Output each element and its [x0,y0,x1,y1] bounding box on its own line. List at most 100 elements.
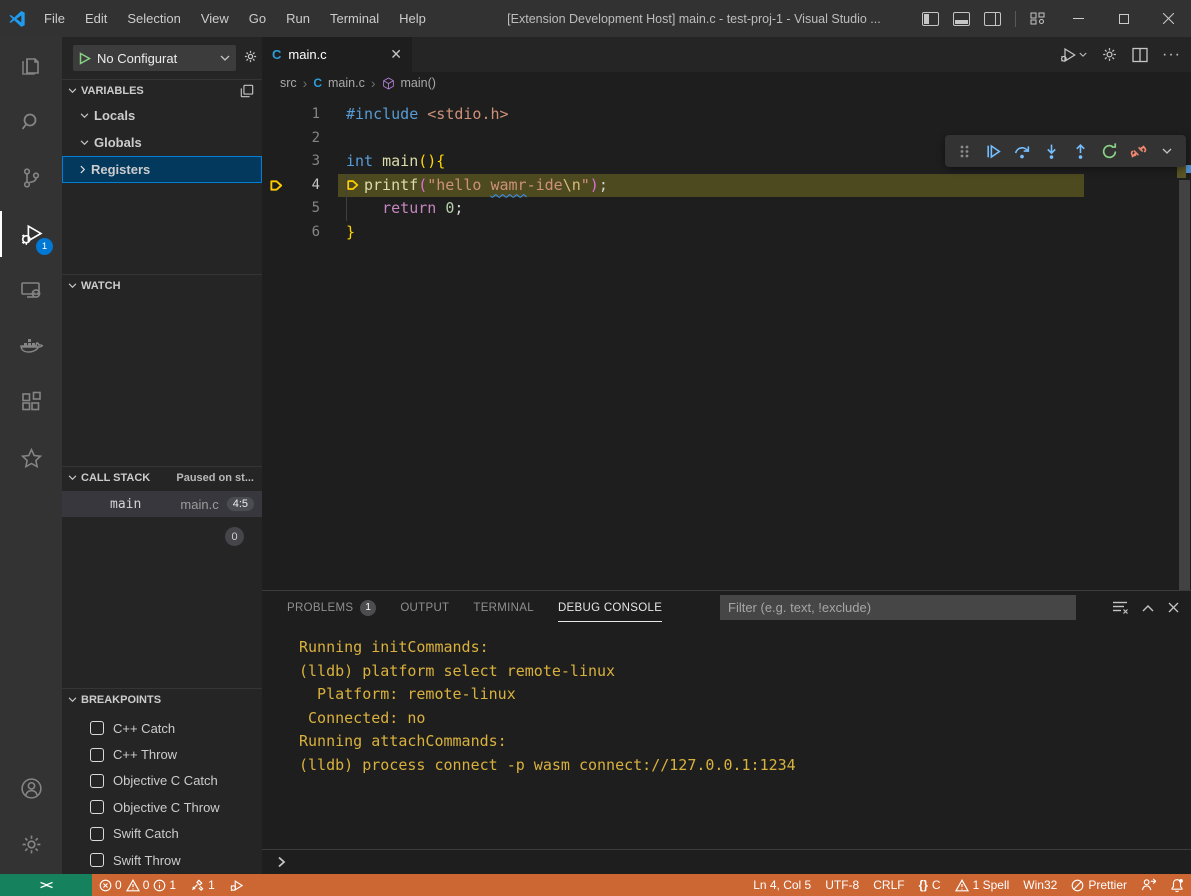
tools-status[interactable]: 1 [183,874,222,896]
code-editor[interactable]: 1 #include <stdio.h> 2 3 int main(){ [262,94,1191,590]
breakpoints-header[interactable]: BREAKPOINTS [62,689,262,711]
formatter-status[interactable]: Prettier [1064,874,1134,896]
maximize-panel-icon[interactable] [1142,604,1154,612]
start-debug-icon[interactable] [79,52,91,65]
extensions-icon[interactable] [0,376,62,428]
tab-terminal[interactable]: TERMINAL [473,591,534,624]
breakpoint-checkbox[interactable] [90,774,104,788]
menu-selection[interactable]: Selection [117,0,190,37]
source-control-icon[interactable] [0,152,62,204]
toggle-sidebar-icon[interactable] [922,12,939,26]
debug-console-filter-input[interactable] [720,595,1076,620]
accounts-icon[interactable] [0,762,62,814]
breakpoint-checkbox[interactable] [90,827,104,841]
breakpoint-checkbox[interactable] [90,800,104,814]
close-window-button[interactable] [1146,0,1191,37]
code-line[interactable]: 6 } [262,221,1191,245]
cursor-position-status[interactable]: Ln 4, Col 5 [746,874,818,896]
remote-indicator[interactable]: >< [0,874,92,896]
toggle-panel-icon[interactable] [953,12,970,26]
editor-scrollbar[interactable] [1177,94,1191,590]
continue-icon[interactable] [982,140,1004,162]
breakpoint-gutter[interactable] [262,150,290,174]
breakpoint-checkbox[interactable] [90,853,104,867]
step-out-icon[interactable] [1069,140,1091,162]
code-line[interactable]: 5 return 0; [262,197,1191,221]
code-line[interactable]: 1 #include <stdio.h> [262,103,1191,127]
breadcrumb-symbol[interactable]: main() [401,76,436,90]
close-tab-icon[interactable]: ✕ [390,46,402,63]
breakpoint-gutter[interactable] [262,221,290,245]
variables-scope-locals[interactable]: Locals [62,102,262,129]
language-mode-status[interactable]: {} C [912,874,948,896]
collapse-all-icon[interactable] [240,84,254,98]
testing-star-icon[interactable] [0,432,62,484]
variables-header[interactable]: VARIABLES [62,80,262,102]
breakpoint-checkbox[interactable] [90,721,104,735]
disconnect-icon[interactable] [1127,140,1149,162]
step-over-icon[interactable] [1011,140,1033,162]
toolbar-drag-grip[interactable] [953,140,975,162]
run-and-debug-icon[interactable]: 1 [0,208,62,260]
search-icon[interactable] [0,96,62,148]
problems-status[interactable]: 0 0 1 [92,874,183,896]
split-editor-icon[interactable] [1132,47,1148,63]
watch-header[interactable]: WATCH [62,275,262,297]
explorer-icon[interactable] [0,40,62,92]
docker-icon[interactable] [0,320,62,372]
maximize-button[interactable] [1101,0,1146,37]
menu-terminal[interactable]: Terminal [320,0,389,37]
tab-problems[interactable]: PROBLEMS 1 [287,591,376,624]
menu-file[interactable]: File [34,0,75,37]
debug-console-repl-input[interactable] [262,849,1191,874]
breadcrumb-file[interactable]: main.c [328,76,365,90]
breadcrumb-folder[interactable]: src [280,76,297,90]
feedback-status[interactable] [1134,874,1163,896]
editor-settings-gear-icon[interactable] [1101,46,1118,63]
breakpoint-row[interactable]: Swift Throw [62,847,262,873]
settings-gear-icon[interactable] [0,818,62,870]
breakpoint-checkbox[interactable] [90,748,104,762]
restart-icon[interactable] [1098,140,1120,162]
debug-current-line-arrow-icon[interactable] [262,174,290,198]
tab-main-c[interactable]: C main.c ✕ [262,37,412,72]
menu-view[interactable]: View [191,0,239,37]
menu-run[interactable]: Run [276,0,320,37]
breakpoint-row[interactable]: Objective C Catch [62,768,262,794]
chevron-down-icon[interactable] [1156,140,1178,162]
platform-status[interactable]: Win32 [1016,874,1064,896]
code-line-current[interactable]: 4 printf("hello wamr-ide\n"); [262,174,1191,198]
breakpoint-row[interactable]: Swift Catch [62,821,262,847]
variables-scope-registers[interactable]: Registers [62,156,262,183]
minimize-button[interactable] [1056,0,1101,37]
menu-help[interactable]: Help [389,0,436,37]
notifications-status[interactable] [1163,874,1191,896]
call-stack-header[interactable]: CALL STACK Paused on st... [62,467,262,489]
encoding-status[interactable]: UTF-8 [818,874,866,896]
debug-config-dropdown[interactable]: No Configurat [73,45,236,71]
clear-console-icon[interactable] [1112,600,1128,615]
breakpoint-gutter[interactable] [262,197,290,221]
menu-edit[interactable]: Edit [75,0,117,37]
run-or-debug-icon[interactable] [1059,46,1087,64]
breakpoint-row[interactable]: Objective C Throw [62,794,262,820]
tab-debug-console[interactable]: DEBUG CONSOLE [558,591,662,624]
toggle-secondary-sidebar-icon[interactable] [984,12,1001,26]
close-panel-icon[interactable] [1168,602,1179,613]
debug-session-status[interactable] [222,874,251,896]
step-into-icon[interactable] [1040,140,1062,162]
customize-layout-icon[interactable] [1030,11,1046,26]
breakpoint-row[interactable]: C++ Throw [62,741,262,767]
tab-output[interactable]: OUTPUT [400,591,449,624]
remote-explorer-icon[interactable] [0,264,62,316]
variables-scope-globals[interactable]: Globals [62,129,262,156]
scrollbar-thumb[interactable] [1179,180,1190,590]
launch-settings-gear-icon[interactable] [243,49,258,64]
spell-checker-status[interactable]: 1 Spell [948,874,1017,896]
stack-frame-row[interactable]: main main.c 4:5 [62,491,262,517]
breakpoint-gutter[interactable] [262,103,290,127]
menu-go[interactable]: Go [239,0,276,37]
breakpoint-gutter[interactable] [262,127,290,151]
eol-status[interactable]: CRLF [866,874,911,896]
breakpoint-row[interactable]: C++ Catch [62,715,262,741]
